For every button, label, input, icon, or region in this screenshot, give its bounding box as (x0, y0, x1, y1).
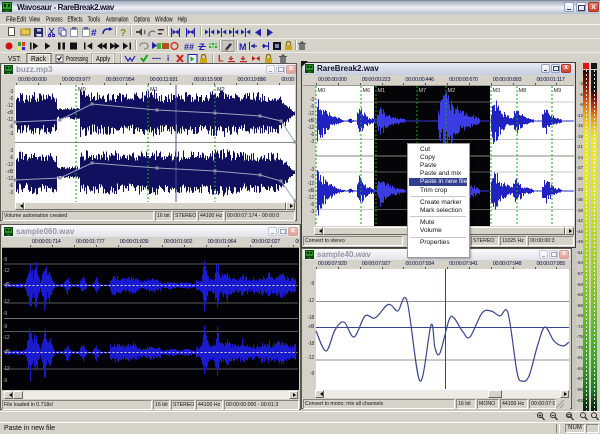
svg-text:Help: Help (178, 17, 188, 24)
svg-text:Window: Window (155, 17, 173, 24)
svg-text:Apply: Apply (96, 56, 110, 63)
svg-text:View: View (29, 17, 41, 24)
svg-text:Options: Options (134, 17, 150, 24)
svg-text:L: L (218, 54, 224, 64)
svg-text:Rack: Rack (31, 56, 46, 63)
svg-text:Automation: Automation (106, 17, 129, 24)
svg-text:Edit: Edit (17, 17, 27, 24)
svg-text:Effects: Effects (68, 17, 83, 24)
svg-text:M: M (239, 42, 247, 52)
svg-text:---: --- (152, 53, 161, 63)
svg-text:VST:: VST: (8, 56, 21, 63)
svg-text:i: i (167, 54, 169, 63)
svg-text:File: File (6, 17, 16, 24)
svg-text:Tools: Tools (88, 17, 101, 24)
svg-text:?: ? (120, 28, 126, 39)
svg-text:##: ## (184, 42, 194, 52)
svg-text:#: # (91, 28, 97, 39)
svg-text:Process: Process (46, 17, 63, 24)
svg-text:Processing: Processing (66, 56, 88, 63)
